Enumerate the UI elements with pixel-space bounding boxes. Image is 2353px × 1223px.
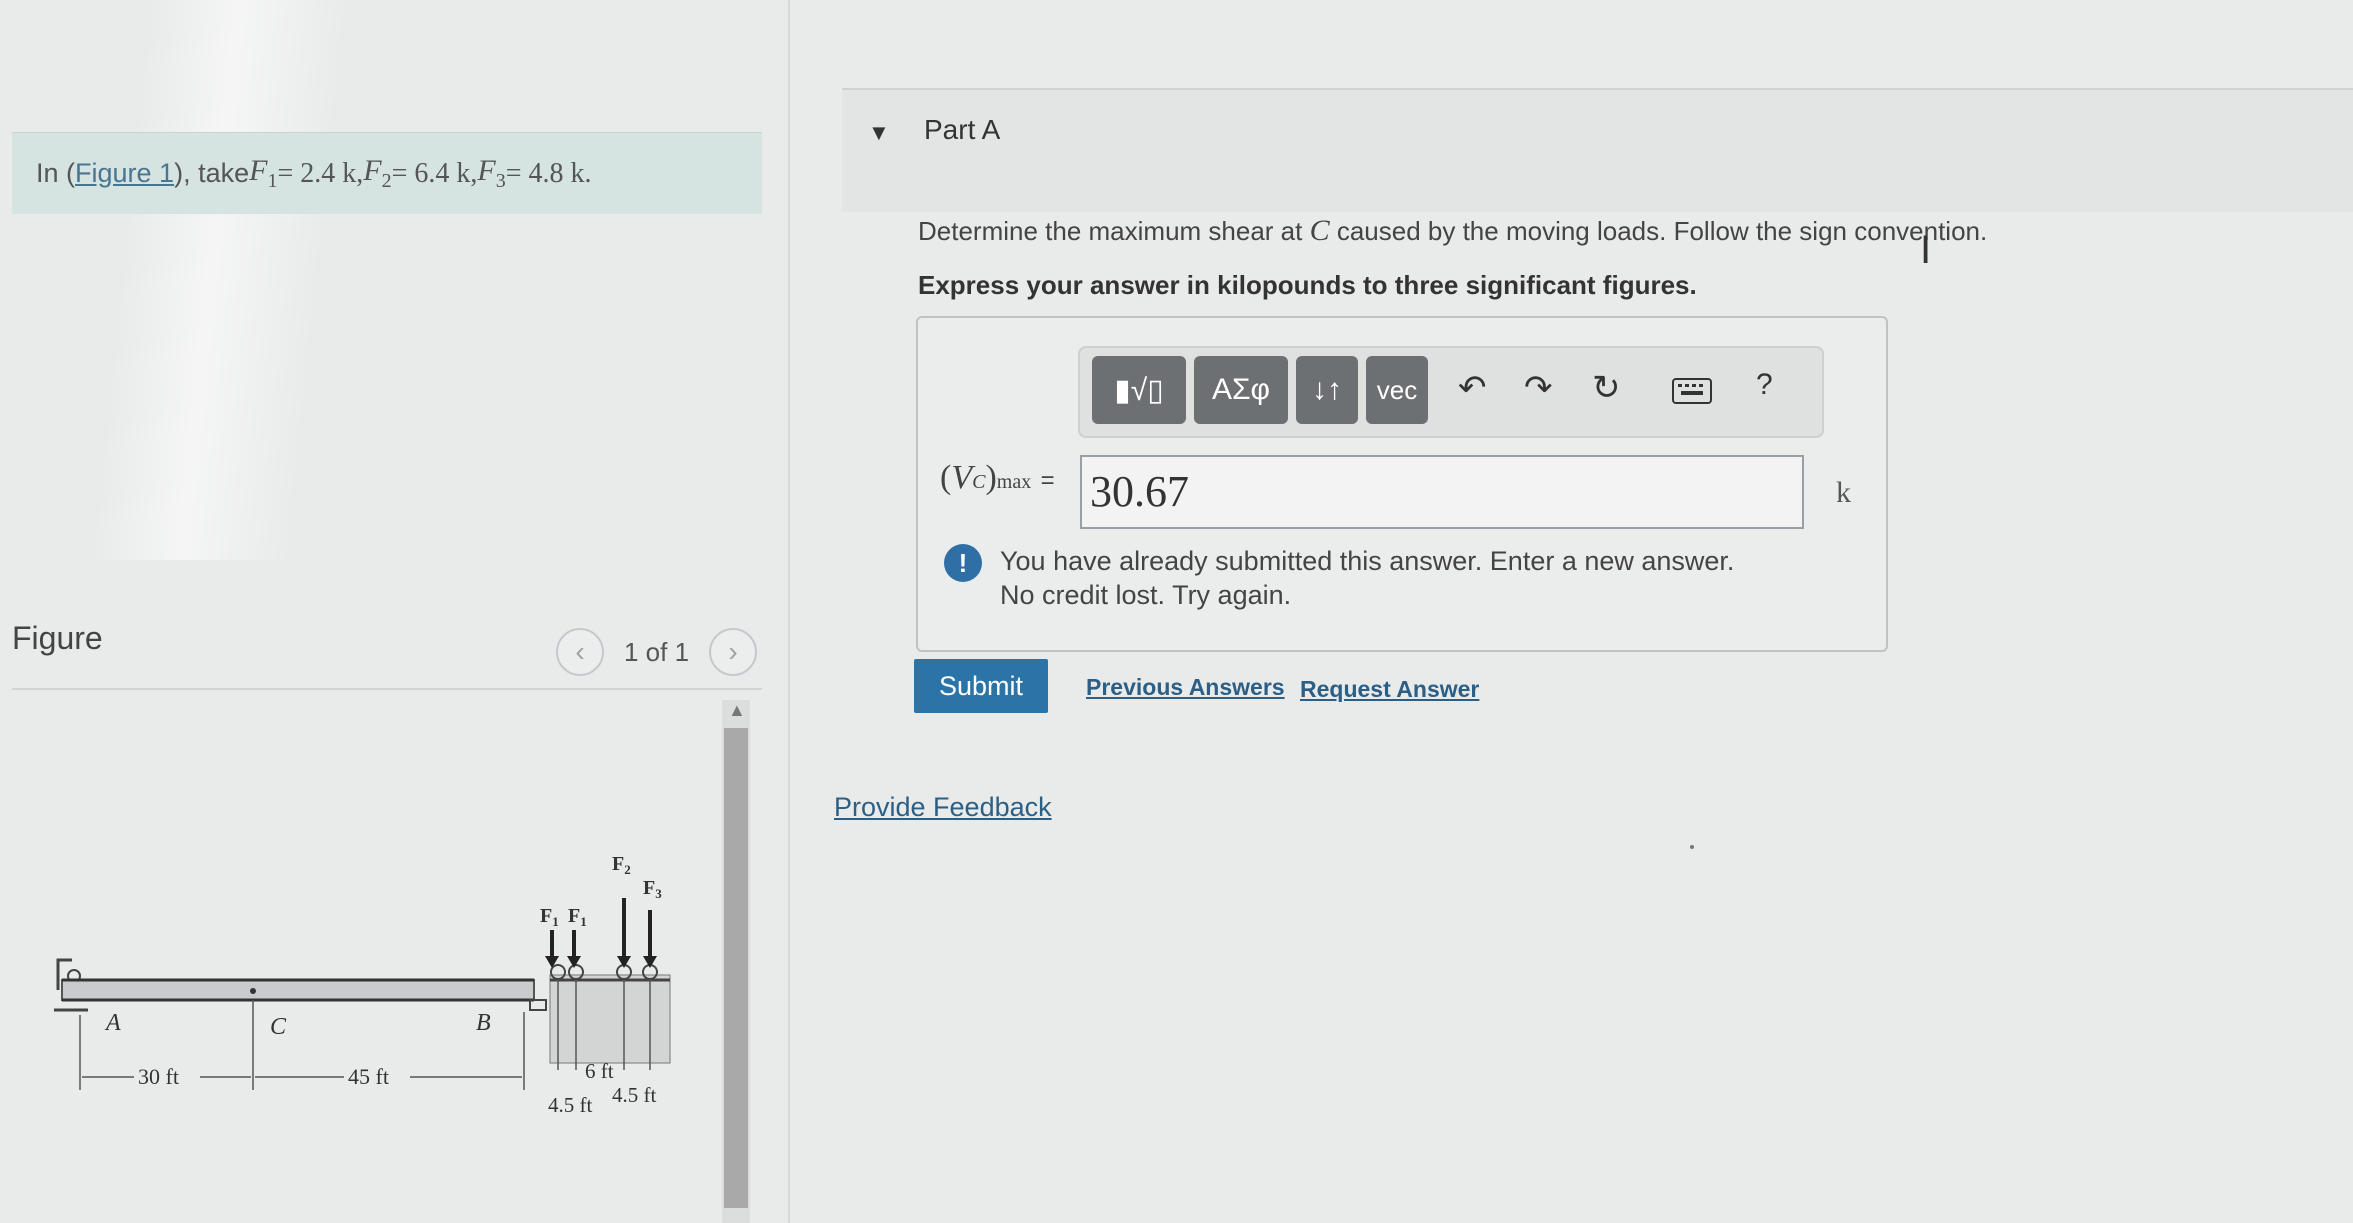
part-a-header[interactable]: ▼ Part A <box>842 88 2353 212</box>
keyboard-icon[interactable] <box>1672 374 1712 413</box>
label-a: A <box>104 1010 121 1036</box>
problem-middle: ), take <box>174 158 250 188</box>
submit-button[interactable]: Submit <box>914 659 1048 713</box>
dim-45ft: 45 ft <box>348 1064 389 1089</box>
answer-input[interactable]: 30.67 <box>1080 455 1804 529</box>
figure-pager: ‹ 1 of 1 › <box>556 628 758 676</box>
label-f2: F2 <box>612 853 631 877</box>
answer-unit: k <box>1836 476 1851 509</box>
caret-down-icon[interactable]: ▼ <box>868 120 890 146</box>
problem-prefix: In ( <box>36 158 76 188</box>
f3-symbol: F3 <box>477 154 506 192</box>
beam-figure: F1 F1 F2 F3 A C B 30 ft 45 ft 6 ft 4.5 f… <box>54 853 671 1117</box>
undo-icon[interactable]: ↶ <box>1458 368 1487 408</box>
label-b: B <box>476 1010 491 1036</box>
label-f3: F3 <box>643 877 662 901</box>
f1-value: = 2.4 k, <box>277 157 364 189</box>
dim-4-5ft-right: 4.5 ft <box>612 1083 656 1107</box>
alert-submessage: No credit lost. Try again. <box>1000 580 1292 610</box>
alert-message: You have already submitted this answer. … <box>1000 546 1735 576</box>
scroll-up-icon[interactable]: ▲ <box>728 700 746 721</box>
figure-divider <box>12 688 762 690</box>
chevron-right-icon[interactable]: › <box>709 628 758 676</box>
f2-value: = 6.4 k, <box>391 157 478 189</box>
screen-glare <box>90 0 350 560</box>
f2-symbol: F2 <box>363 154 392 192</box>
greek-symbols-button[interactable]: ΑΣφ <box>1194 356 1288 424</box>
figure-counter: 1 of 1 <box>624 636 690 667</box>
request-answer-link[interactable]: Request Answer <box>1300 676 1479 703</box>
dim-4-5ft-left: 4.5 ft <box>548 1093 592 1117</box>
label-f1a: F1 <box>540 905 559 929</box>
vec-button[interactable]: vec <box>1366 356 1428 424</box>
alert-icon: ! <box>944 544 982 582</box>
pane-divider <box>788 0 790 1223</box>
arrows-button[interactable]: ↓↑ <box>1296 356 1358 424</box>
templates-button[interactable]: ▮√▯ <box>1092 356 1186 424</box>
previous-answers-link[interactable]: Previous Answers <box>1086 674 1285 701</box>
question-text: Determine the maximum shear at C caused … <box>918 214 1988 247</box>
dust-speck <box>1690 845 1694 849</box>
dim-6ft: 6 ft <box>585 1059 614 1083</box>
f3-value: = 4.8 k. <box>505 157 592 189</box>
answer-instruction: Express your answer in kilopounds to thr… <box>918 270 1697 300</box>
dim-30ft: 30 ft <box>138 1064 179 1089</box>
provide-feedback-link[interactable]: Provide Feedback <box>834 792 1052 823</box>
figure-heading: Figure <box>12 620 103 656</box>
label-c: C <box>270 1014 287 1040</box>
problem-statement: In (Figure 1), take F1 = 2.4 k, F2 = 6.4… <box>12 132 762 214</box>
figure-scrollbar-thumb[interactable] <box>724 728 748 1208</box>
f1-symbol: F1 <box>249 154 278 192</box>
reset-icon[interactable]: ↻ <box>1592 368 1621 408</box>
help-button[interactable]: ? <box>1756 368 1773 402</box>
math-toolbar: ▮√▯ ΑΣφ ↓↑ vec ↶ ↷ ↻ ? <box>1078 346 1824 438</box>
chevron-left-icon[interactable]: ‹ <box>556 628 604 676</box>
figure-link[interactable]: Figure 1 <box>75 158 174 189</box>
part-a-title: Part A <box>924 114 1001 145</box>
answer-label: (VC)max = <box>940 459 1055 496</box>
redo-icon[interactable]: ↷ <box>1524 368 1553 408</box>
text-cursor-icon: Ⅰ <box>1920 230 1932 272</box>
label-f1b: F1 <box>568 905 587 929</box>
